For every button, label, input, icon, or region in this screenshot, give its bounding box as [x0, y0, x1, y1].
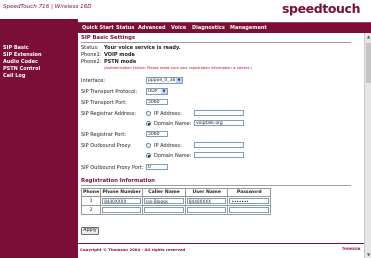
interface-select[interactable]: pppoe_0_38 ▼	[146, 77, 183, 84]
table-row: 2	[80, 205, 271, 215]
sidebar: SIP Basic SIP Extension Audio Codec PSTN…	[0, 33, 78, 258]
nav-management[interactable]: Management	[230, 25, 267, 31]
phone-number-input[interactable]: 8440XXXX	[102, 198, 142, 204]
registrar-domain-radio[interactable]	[146, 121, 151, 126]
registrar-port-label: SIP Registrar Port:	[81, 132, 127, 138]
registrar-domain-label: Domain Name:	[154, 121, 192, 127]
section-divider	[81, 42, 351, 43]
table-header-row: Phone Phone Number Caller Name User Name…	[80, 188, 271, 197]
thomson-logo: THOMSON	[342, 247, 361, 251]
registrar-address-label: SIP Registrar Address:	[81, 111, 137, 117]
page-header: SpeedTouch 716 | Wireless 16D speedtouch	[0, 0, 371, 19]
registrar-domain-input[interactable]: voiptalk.org	[194, 120, 244, 126]
product-title: SpeedTouch 716 | Wireless 16D	[3, 4, 92, 10]
sidebar-item-sip-basic[interactable]: SIP Basic	[3, 45, 29, 51]
user-name-input[interactable]: 8440XXXX	[186, 198, 227, 204]
scroll-thumb[interactable]	[366, 43, 371, 83]
auth-failure-note: (Authentication Failure: Please make sur…	[104, 66, 252, 70]
registrar-port-input[interactable]: 5060	[146, 131, 168, 137]
transport-port-input[interactable]: 5060	[146, 99, 168, 105]
phone2-value: PSTN mode	[104, 59, 137, 65]
phone-number-input[interactable]	[102, 207, 142, 213]
apply-button[interactable]: Apply	[81, 227, 99, 235]
user-name-input[interactable]	[186, 207, 227, 213]
outbound-proxy-label: SIP Outbound Proxy:	[81, 143, 132, 149]
sidebar-item-pstn-control[interactable]: PSTN Control	[3, 66, 40, 72]
sidebar-item-call-log[interactable]: Call Log	[3, 73, 25, 79]
phone-index: 2	[80, 205, 102, 215]
table-row: 1 8440XXXX Joe Bloggs 8440XXXX •••••••	[80, 196, 271, 206]
nav-diagnostics[interactable]: Diagnostics	[192, 25, 225, 31]
vertical-scrollbar[interactable]: ▲ ▼	[364, 33, 371, 258]
copyright-text: Copyright © Thomson 2004 - All rights re…	[80, 247, 186, 252]
outbound-domain-input[interactable]	[194, 152, 244, 158]
caller-name-input[interactable]: Joe Bloggs	[144, 198, 184, 204]
nav-quick-start[interactable]: Quick Start	[82, 25, 114, 31]
outbound-domain-label: Domain Name:	[154, 153, 192, 159]
scroll-down-icon[interactable]: ▼	[366, 252, 371, 257]
phone1-value: VOIP mode	[104, 52, 135, 58]
chevron-down-icon: ▼	[176, 78, 182, 83]
caller-name-input[interactable]	[144, 207, 184, 213]
outbound-ip-input[interactable]	[194, 142, 244, 148]
password-input[interactable]	[229, 207, 269, 213]
nav-status[interactable]: Status	[116, 25, 134, 31]
registration-table: Phone Phone Number Caller Name User Name…	[80, 188, 271, 215]
registrar-ip-label: IP Address:	[154, 111, 182, 117]
interface-label: Interface:	[81, 78, 106, 84]
nav-advanced[interactable]: Advanced	[138, 25, 166, 31]
outbound-port-input[interactable]: 0	[146, 164, 168, 170]
status-value: Your voice service is ready.	[104, 45, 181, 51]
phone-index: 1	[80, 196, 102, 206]
section-divider	[81, 185, 351, 186]
sip-basic-title: SIP Basic Settings	[81, 35, 136, 41]
outbound-domain-radio[interactable]	[146, 153, 151, 158]
registration-title: Registration Information	[81, 178, 155, 184]
sidebar-top-band	[0, 19, 78, 33]
nav-voice[interactable]: Voice	[171, 25, 186, 31]
outbound-port-label: SIP Outbound Proxy Port:	[81, 165, 144, 171]
transport-protocol-label: SIP Transport Protocol:	[81, 89, 138, 95]
sidebar-item-audio-codec[interactable]: Audio Codec	[3, 59, 38, 65]
column-header: Caller Name	[142, 188, 186, 197]
column-header: Password	[227, 188, 271, 197]
main-nav: Quick Start Status Advanced Voice Diagno…	[78, 22, 371, 33]
phone1-label: Phone1:	[81, 52, 102, 58]
status-label: Status:	[81, 45, 99, 51]
transport-port-label: SIP Transport Port:	[81, 100, 127, 106]
transport-protocol-select[interactable]: UDP ▼	[146, 88, 168, 95]
registrar-ip-radio[interactable]	[146, 111, 151, 116]
phone2-label: Phone2:	[81, 59, 102, 65]
chevron-down-icon: ▼	[161, 89, 167, 94]
speedtouch-logo: speedtouch	[282, 1, 361, 16]
sidebar-item-sip-extension[interactable]: SIP Extension	[3, 52, 42, 58]
column-header: User Name	[184, 188, 229, 197]
outbound-ip-radio[interactable]	[146, 143, 151, 148]
outbound-ip-label: IP Address:	[154, 143, 182, 149]
column-header: Phone	[80, 188, 102, 197]
registrar-ip-input[interactable]	[194, 110, 244, 116]
password-input[interactable]: •••••••	[229, 198, 269, 204]
footer-divider	[78, 243, 364, 244]
scroll-up-icon[interactable]: ▲	[366, 34, 371, 39]
column-header: Phone Number	[100, 188, 144, 197]
